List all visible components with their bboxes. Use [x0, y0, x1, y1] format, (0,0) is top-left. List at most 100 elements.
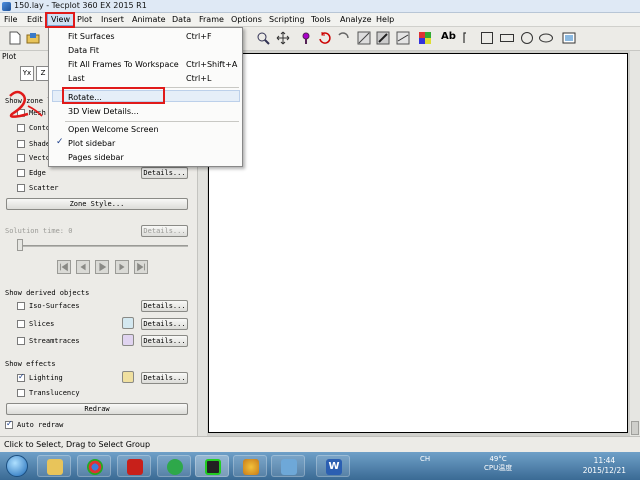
edge-details-button[interactable]: Details...	[141, 167, 188, 179]
annotation-step-number-2	[9, 90, 43, 118]
slice-settings-icon[interactable]	[122, 317, 134, 329]
shade-checkbox[interactable]	[17, 140, 25, 148]
red-app-icon	[127, 459, 143, 475]
auto-redraw-checkbox[interactable]	[5, 419, 13, 429]
color-map-icon[interactable]	[418, 31, 432, 45]
solution-time-slider-thumb[interactable]	[17, 239, 23, 251]
effects-heading: Show effects	[5, 360, 56, 368]
menu-plot-sidebar[interactable]: Plot sidebar	[68, 139, 115, 148]
spin-tool-icon[interactable]	[336, 31, 350, 45]
iso-surfaces-checkbox[interactable]	[17, 302, 25, 310]
menu-insert[interactable]: Insert	[101, 15, 124, 24]
rectangle-tool-icon[interactable]	[500, 31, 514, 45]
circle-tool-icon[interactable]	[520, 31, 534, 45]
polyline-tool-icon[interactable]	[462, 31, 476, 45]
iso-surfaces-label: Iso-Surfaces	[29, 302, 80, 310]
menu-fit-all-frames[interactable]: Fit All Frames To Workspace	[68, 60, 179, 69]
checkmark-icon: ✓	[56, 137, 64, 147]
slices-details-button[interactable]: Details...	[141, 318, 188, 330]
streamtrace-settings-icon[interactable]	[122, 334, 134, 346]
vector-checkbox[interactable]	[17, 154, 25, 162]
solution-time-details-button[interactable]: Details...	[141, 225, 188, 237]
status-bar: Click to Select, Drag to Select Group	[0, 436, 640, 452]
window-title: 150.lay - Tecplot 360 EX 2015 R1	[14, 1, 147, 10]
streamtraces-checkbox[interactable]	[17, 337, 25, 345]
tray-language[interactable]: CH	[420, 455, 430, 463]
temperature-value: 49°C	[489, 455, 507, 463]
taskbar-tecplot[interactable]	[195, 455, 229, 477]
green-app-icon	[167, 459, 183, 475]
square-tool-icon[interactable]	[480, 31, 494, 45]
menu-bar: File Edit View Plot Insert Animate Data …	[0, 13, 640, 27]
zoom-tool-icon[interactable]	[256, 31, 270, 45]
menu-frame[interactable]: Frame	[199, 15, 224, 24]
translucency-checkbox[interactable]	[17, 389, 25, 397]
probe-tool-icon[interactable]	[299, 31, 313, 45]
start-button[interactable]	[6, 455, 28, 477]
menu-tools[interactable]: Tools	[311, 15, 331, 24]
edge-checkbox[interactable]	[17, 169, 25, 177]
menu-analyze[interactable]: Analyze	[340, 15, 372, 24]
menu-fit-surfaces[interactable]: Fit Surfaces	[68, 32, 115, 41]
slices-checkbox[interactable]	[17, 320, 25, 328]
taskbar-paint[interactable]	[233, 455, 267, 477]
zone-style-button[interactable]: Zone Style...	[6, 198, 188, 210]
workspace	[207, 51, 640, 436]
text-tool-icon[interactable]: Ab	[441, 31, 456, 45]
menu-plot[interactable]: Plot	[77, 15, 92, 24]
workspace-scroll-thumb[interactable]	[631, 421, 639, 435]
new-file-icon[interactable]	[8, 31, 22, 45]
menu-last[interactable]: Last	[68, 74, 85, 83]
taskbar-chrome[interactable]	[77, 455, 111, 477]
step-forward-icon[interactable]	[115, 260, 129, 274]
slice-tool-icon[interactable]	[396, 31, 410, 45]
streamtraces-label: Streamtraces	[29, 337, 80, 345]
iso-surfaces-details-button[interactable]: Details...	[141, 300, 188, 312]
view-xy-button[interactable]: Yx	[20, 66, 34, 81]
open-file-icon[interactable]	[26, 31, 40, 45]
taskbar-photo[interactable]	[271, 455, 305, 477]
scatter-checkbox[interactable]	[17, 184, 25, 192]
vector-label: Vecto	[29, 154, 51, 162]
menu-help[interactable]: Help	[376, 15, 394, 24]
menu-open-welcome-screen[interactable]: Open Welcome Screen	[68, 125, 159, 134]
solution-time-slider-track[interactable]	[18, 245, 188, 247]
solution-time-label: Solution time: 0	[5, 227, 73, 235]
contour-tool-icon[interactable]	[357, 31, 371, 45]
menu-scripting[interactable]: Scripting	[269, 15, 305, 24]
taskbar-app-green[interactable]	[157, 455, 191, 477]
light-source-icon[interactable]	[122, 371, 134, 383]
translate-tool-icon[interactable]	[276, 31, 290, 45]
extract-tool-icon[interactable]	[376, 31, 390, 45]
system-clock[interactable]: 11:44 2015/12/21	[583, 456, 626, 476]
play-icon[interactable]	[95, 260, 109, 274]
fit-all-frames-shortcut: Ctrl+Shift+A	[186, 60, 238, 69]
taskbar-app-red[interactable]	[117, 455, 151, 477]
lighting-details-button[interactable]: Details...	[141, 372, 188, 384]
cpu-temperature: 49°C CPU温度	[484, 455, 512, 473]
skip-to-end-icon[interactable]	[134, 260, 148, 274]
skip-to-start-icon[interactable]	[57, 260, 71, 274]
workspace-scrollbar[interactable]	[630, 51, 640, 436]
taskbar-word[interactable]: W	[316, 455, 350, 477]
sidebar-title: Plot	[2, 52, 17, 61]
streamtraces-details-button[interactable]: Details...	[141, 335, 188, 347]
plot-frame[interactable]	[208, 53, 628, 433]
redraw-button[interactable]: Redraw	[6, 403, 188, 415]
taskbar-explorer[interactable]	[37, 455, 71, 477]
lighting-label: Lighting	[29, 374, 63, 382]
edge-label: Edge	[29, 169, 46, 177]
menu-animate[interactable]: Animate	[132, 15, 166, 24]
menu-3d-view-details[interactable]: 3D View Details...	[68, 107, 139, 116]
menu-data-fit[interactable]: Data Fit	[68, 46, 99, 55]
lighting-checkbox[interactable]	[17, 372, 25, 382]
rotate-tool-icon[interactable]	[318, 31, 332, 45]
menu-file[interactable]: File	[4, 15, 17, 24]
menu-edit[interactable]: Edit	[27, 15, 43, 24]
menu-options[interactable]: Options	[231, 15, 262, 24]
step-back-icon[interactable]	[76, 260, 90, 274]
ellipse-tool-icon[interactable]	[539, 31, 553, 45]
menu-pages-sidebar[interactable]: Pages sidebar	[68, 153, 124, 162]
frame-tool-icon[interactable]	[562, 31, 576, 45]
menu-data[interactable]: Data	[172, 15, 191, 24]
